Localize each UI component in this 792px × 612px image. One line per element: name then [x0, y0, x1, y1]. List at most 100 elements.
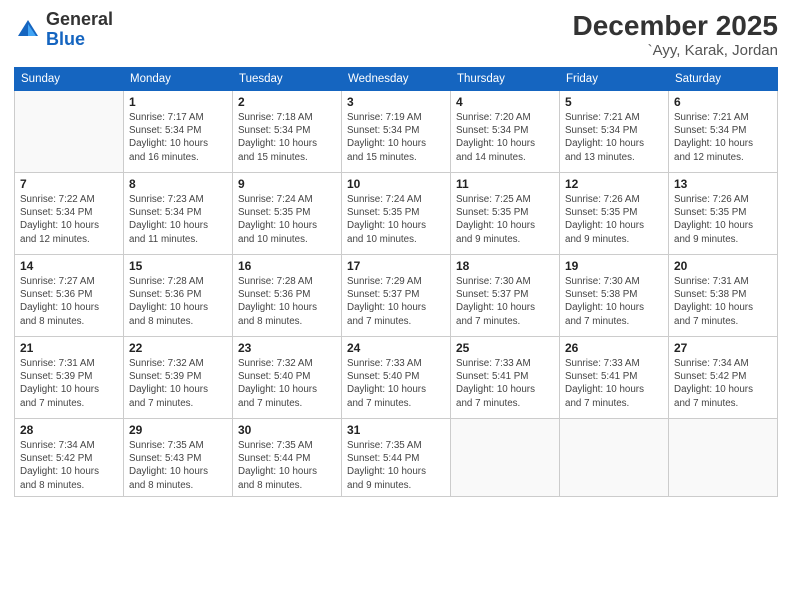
day-info: Sunrise: 7:34 AM Sunset: 5:42 PM Dayligh… — [674, 357, 772, 410]
table-row: 19Sunrise: 7:30 AM Sunset: 5:38 PM Dayli… — [560, 255, 669, 337]
table-row: 31 Sunrise: 7:35 AM Sunset: 5:44 PM Dayli… — [342, 419, 451, 497]
day-number: 21 — [20, 341, 118, 355]
table-row: 10 Sunrise: 7:24 AM Sunset: 5:35 PM Dayli… — [342, 173, 451, 255]
logo: General Blue — [14, 10, 113, 50]
location: `Ayy, Karak, Jordan — [573, 42, 778, 59]
day-info: Sunrise: 7:29 AM Sunset: 5:37 PM Dayligh… — [347, 275, 445, 328]
table-row: 29 Sunrise: 7:35 AM Sunset: 5:43 PM Dayli… — [124, 419, 233, 497]
day-number: 20 — [674, 259, 772, 273]
header-monday: Monday — [124, 68, 233, 91]
day-number: 5 — [565, 95, 663, 109]
header-thursday: Thursday — [451, 68, 560, 91]
table-row: 26 Sunrise: 7:33 AM Sunset: 5:41 PM Dayli… — [560, 337, 669, 419]
day-number: 12 — [565, 177, 663, 191]
table-row: 11Sunrise: 7:25 AM Sunset: 5:35 PM Dayli… — [451, 173, 560, 255]
day-number: 24 — [347, 341, 445, 355]
day-info: Sunrise: 7:34 AM Sunset: 5:42 PM Dayligh… — [20, 439, 118, 492]
weekday-header-row: Sunday Monday Tuesday Wednesday Thursday… — [15, 68, 778, 91]
table-row: 3 Sunrise: 7:19 AM Sunset: 5:34 PM Daylig… — [342, 91, 451, 173]
day-info: Sunrise: 7:17 AM Sunset: 5:34 PM Dayligh… — [129, 111, 227, 164]
day-info: Sunrise: 7:30 AM Sunset: 5:37 PM Dayligh… — [456, 275, 554, 328]
day-info: Sunrise: 7:28 AM Sunset: 5:36 PM Dayligh… — [238, 275, 336, 328]
day-number: 25 — [456, 341, 554, 355]
table-row: 27Sunrise: 7:34 AM Sunset: 5:42 PM Dayli… — [669, 337, 778, 419]
day-number: 11 — [456, 177, 554, 191]
day-info: Sunrise: 7:28 AM Sunset: 5:36 PM Dayligh… — [129, 275, 227, 328]
day-number: 31 — [347, 423, 445, 437]
calendar-week-row: 7Sunrise: 7:22 AM Sunset: 5:34 PM Daylig… — [15, 173, 778, 255]
table-row — [669, 419, 778, 497]
table-row: 25 Sunrise: 7:33 AM Sunset: 5:41 PM Dayli… — [451, 337, 560, 419]
day-number: 7 — [20, 177, 118, 191]
day-info: Sunrise: 7:21 AM Sunset: 5:34 PM Dayligh… — [674, 111, 772, 164]
day-number: 15 — [129, 259, 227, 273]
table-row: 21Sunrise: 7:31 AM Sunset: 5:39 PM Dayli… — [15, 337, 124, 419]
table-row — [15, 91, 124, 173]
table-row: 18Sunrise: 7:30 AM Sunset: 5:37 PM Dayli… — [451, 255, 560, 337]
table-row: 28 Sunrise: 7:34 AM Sunset: 5:42 PM Dayli… — [15, 419, 124, 497]
day-info: Sunrise: 7:35 AM Sunset: 5:44 PM Dayligh… — [238, 439, 336, 492]
day-number: 13 — [674, 177, 772, 191]
header-tuesday: Tuesday — [233, 68, 342, 91]
day-info: Sunrise: 7:30 AM Sunset: 5:38 PM Dayligh… — [565, 275, 663, 328]
day-info: Sunrise: 7:31 AM Sunset: 5:38 PM Dayligh… — [674, 275, 772, 328]
day-info: Sunrise: 7:33 AM Sunset: 5:41 PM Dayligh… — [565, 357, 663, 410]
table-row: 30Sunrise: 7:35 AM Sunset: 5:44 PM Dayli… — [233, 419, 342, 497]
day-number: 16 — [238, 259, 336, 273]
table-row: 16 Sunrise: 7:28 AM Sunset: 5:36 PM Dayli… — [233, 255, 342, 337]
day-info: Sunrise: 7:24 AM Sunset: 5:35 PM Dayligh… — [347, 193, 445, 246]
day-info: Sunrise: 7:18 AM Sunset: 5:34 PM Dayligh… — [238, 111, 336, 164]
day-info: Sunrise: 7:32 AM Sunset: 5:39 PM Dayligh… — [129, 357, 227, 410]
table-row: 4 Sunrise: 7:20 AM Sunset: 5:34 PM Daylig… — [451, 91, 560, 173]
title-block: December 2025 `Ayy, Karak, Jordan — [573, 10, 778, 59]
calendar: Sunday Monday Tuesday Wednesday Thursday… — [14, 67, 778, 497]
day-number: 17 — [347, 259, 445, 273]
day-info: Sunrise: 7:26 AM Sunset: 5:35 PM Dayligh… — [674, 193, 772, 246]
table-row: 24Sunrise: 7:33 AM Sunset: 5:40 PM Dayli… — [342, 337, 451, 419]
day-number: 26 — [565, 341, 663, 355]
calendar-week-row: 14 Sunrise: 7:27 AM Sunset: 5:36 PM Dayli… — [15, 255, 778, 337]
day-number: 29 — [129, 423, 227, 437]
header-saturday: Saturday — [669, 68, 778, 91]
day-info: Sunrise: 7:33 AM Sunset: 5:41 PM Dayligh… — [456, 357, 554, 410]
header-wednesday: Wednesday — [342, 68, 451, 91]
day-info: Sunrise: 7:26 AM Sunset: 5:35 PM Dayligh… — [565, 193, 663, 246]
header-friday: Friday — [560, 68, 669, 91]
table-row: 5 Sunrise: 7:21 AM Sunset: 5:34 PM Daylig… — [560, 91, 669, 173]
day-info: Sunrise: 7:19 AM Sunset: 5:34 PM Dayligh… — [347, 111, 445, 164]
table-row: 13 Sunrise: 7:26 AM Sunset: 5:35 PM Dayli… — [669, 173, 778, 255]
day-number: 1 — [129, 95, 227, 109]
day-info: Sunrise: 7:35 AM Sunset: 5:44 PM Dayligh… — [347, 439, 445, 492]
day-info: Sunrise: 7:20 AM Sunset: 5:34 PM Dayligh… — [456, 111, 554, 164]
table-row: 22 Sunrise: 7:32 AM Sunset: 5:39 PM Dayli… — [124, 337, 233, 419]
calendar-week-row: 21Sunrise: 7:31 AM Sunset: 5:39 PM Dayli… — [15, 337, 778, 419]
table-row: 9Sunrise: 7:24 AM Sunset: 5:35 PM Daylig… — [233, 173, 342, 255]
day-info: Sunrise: 7:35 AM Sunset: 5:43 PM Dayligh… — [129, 439, 227, 492]
table-row: 1 Sunrise: 7:17 AM Sunset: 5:34 PM Daylig… — [124, 91, 233, 173]
day-number: 14 — [20, 259, 118, 273]
day-info: Sunrise: 7:27 AM Sunset: 5:36 PM Dayligh… — [20, 275, 118, 328]
logo-blue: Blue — [46, 29, 85, 49]
logo-text: General Blue — [46, 10, 113, 50]
day-number: 10 — [347, 177, 445, 191]
table-row: 6 Sunrise: 7:21 AM Sunset: 5:34 PM Daylig… — [669, 91, 778, 173]
calendar-week-row: 28 Sunrise: 7:34 AM Sunset: 5:42 PM Dayli… — [15, 419, 778, 497]
logo-icon — [14, 16, 42, 44]
day-number: 6 — [674, 95, 772, 109]
table-row: 8Sunrise: 7:23 AM Sunset: 5:34 PM Daylig… — [124, 173, 233, 255]
day-number: 4 — [456, 95, 554, 109]
day-info: Sunrise: 7:32 AM Sunset: 5:40 PM Dayligh… — [238, 357, 336, 410]
header: General Blue December 2025 `Ayy, Karak, … — [14, 10, 778, 59]
day-number: 3 — [347, 95, 445, 109]
table-row: 15 Sunrise: 7:28 AM Sunset: 5:36 PM Dayli… — [124, 255, 233, 337]
header-sunday: Sunday — [15, 68, 124, 91]
table-row — [451, 419, 560, 497]
day-number: 28 — [20, 423, 118, 437]
day-number: 8 — [129, 177, 227, 191]
table-row: 12 Sunrise: 7:26 AM Sunset: 5:35 PM Dayli… — [560, 173, 669, 255]
month-title: December 2025 — [573, 10, 778, 42]
day-number: 22 — [129, 341, 227, 355]
day-number: 2 — [238, 95, 336, 109]
day-info: Sunrise: 7:21 AM Sunset: 5:34 PM Dayligh… — [565, 111, 663, 164]
table-row: 20 Sunrise: 7:31 AM Sunset: 5:38 PM Dayli… — [669, 255, 778, 337]
